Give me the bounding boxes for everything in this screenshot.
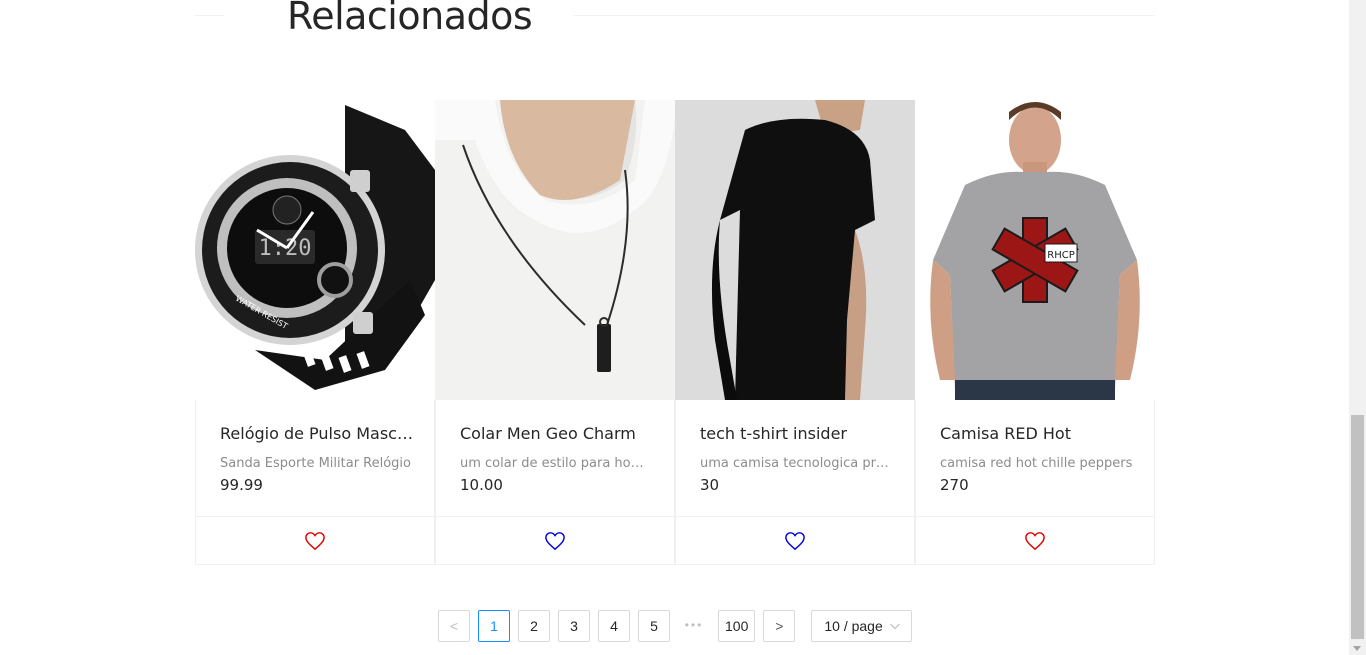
card-actions <box>675 516 915 565</box>
pagination: < 1 2 3 4 5 ••• 100 > 10 / page <box>438 610 913 642</box>
product-name[interactable]: tech t-shirt insider <box>700 424 894 444</box>
product-card[interactable]: tech t-shirt insider uma camisa tecnolog… <box>675 100 915 565</box>
product-description: camisa red hot chille peppers <box>940 456 1133 471</box>
heart-icon[interactable] <box>304 531 326 551</box>
page-button-4[interactable]: 4 <box>598 610 630 642</box>
chevron-down-icon <box>890 623 901 630</box>
card-actions <box>435 516 675 565</box>
page-button-last[interactable]: 100 <box>718 610 756 642</box>
divider-right <box>573 15 1155 16</box>
product-image-necklace[interactable] <box>435 100 675 400</box>
heart-icon[interactable] <box>1024 531 1046 551</box>
product-name[interactable]: Relógio de Pulso Masculino <box>220 424 414 444</box>
scrollbar-thumb[interactable] <box>1351 415 1364 639</box>
next-page-button[interactable]: > <box>763 610 796 642</box>
product-card[interactable]: RHCP Camisa RED Hot camisa red hot chill… <box>915 100 1155 565</box>
product-image-black-tshirt[interactable] <box>675 100 915 400</box>
section-title: Relacionados <box>287 0 533 38</box>
heart-icon[interactable] <box>784 531 806 551</box>
heart-icon[interactable] <box>544 531 566 551</box>
page-button-1[interactable]: 1 <box>478 610 510 642</box>
divider-left <box>195 15 224 16</box>
product-name[interactable]: Camisa RED Hot <box>940 424 1134 444</box>
section-header: Relacionados <box>195 0 1155 38</box>
page-size-select[interactable]: 10 / page <box>811 610 913 642</box>
product-price: 99.99 <box>220 476 263 494</box>
page-button-5[interactable]: 5 <box>638 610 670 642</box>
product-price: 30 <box>700 476 720 494</box>
product-image-watch[interactable]: 1:20 SPORT WATCH WATER RESIST <box>195 100 435 400</box>
product-name[interactable]: Colar Men Geo Charm <box>460 424 654 444</box>
product-description: um colar de estilo para homens <box>460 456 654 471</box>
page-button-2[interactable]: 2 <box>518 610 550 642</box>
vertical-scrollbar[interactable] <box>1349 0 1366 655</box>
scroll-down-arrow-icon[interactable] <box>1353 646 1361 651</box>
product-card[interactable]: Colar Men Geo Charm um colar de estilo p… <box>435 100 675 565</box>
card-actions <box>195 516 435 565</box>
product-price: 10.00 <box>460 476 503 494</box>
product-card[interactable]: 1:20 SPORT WATCH WATER RESIST Relógio de… <box>195 100 435 565</box>
product-description: uma camisa tecnologica premium <box>700 456 894 471</box>
product-description: Sanda Esporte Militar Relógio <box>220 456 411 471</box>
prev-page-button[interactable]: < <box>438 610 470 642</box>
product-image-gray-tshirt[interactable]: RHCP <box>915 100 1155 400</box>
svg-text:RHCP: RHCP <box>1047 250 1074 261</box>
related-products-list: 1:20 SPORT WATCH WATER RESIST Relógio de… <box>195 100 1155 565</box>
page-size-value: 10 / page <box>824 618 883 634</box>
card-actions <box>915 516 1155 565</box>
product-price: 270 <box>940 476 969 494</box>
page-button-3[interactable]: 3 <box>558 610 590 642</box>
jump-next-ellipsis[interactable]: ••• <box>678 610 710 642</box>
